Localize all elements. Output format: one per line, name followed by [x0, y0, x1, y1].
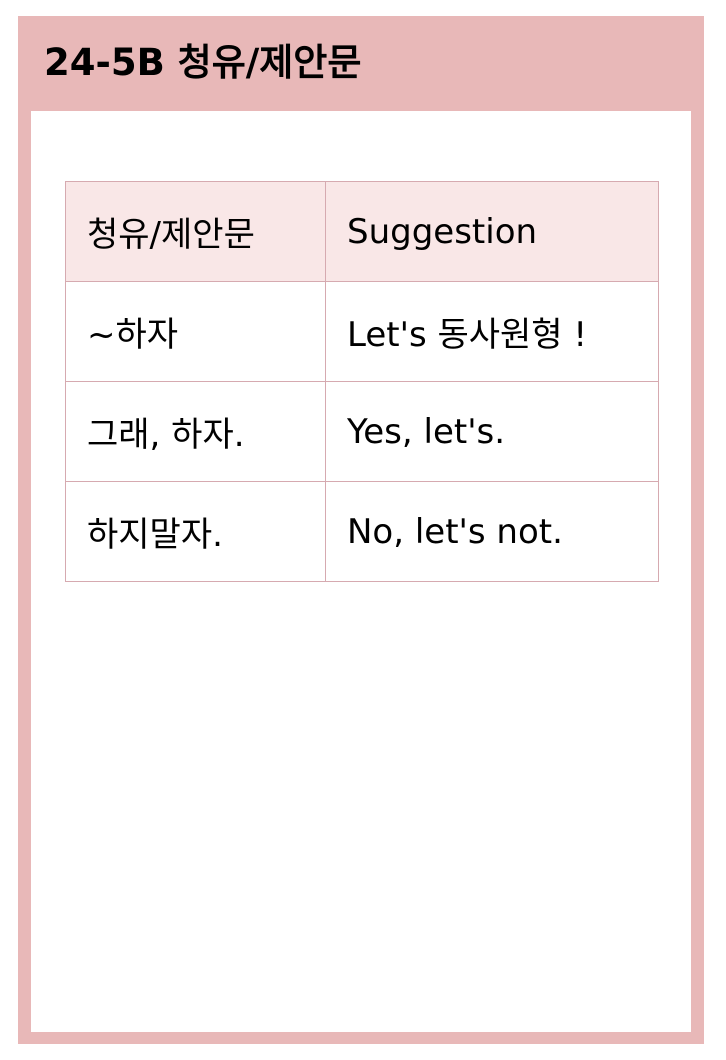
- card-body: 청유/제안문 Suggestion ~하자 Let's 동사원형 ! 그래, 하…: [31, 111, 691, 1032]
- cell-korean: ~하자: [65, 281, 326, 382]
- cell-english: No, let's not.: [325, 481, 659, 582]
- table-header-row: 청유/제안문 Suggestion: [65, 181, 659, 282]
- table-row: 그래, 하자. Yes, let's.: [65, 381, 659, 482]
- grammar-table: 청유/제안문 Suggestion ~하자 Let's 동사원형 ! 그래, 하…: [65, 181, 659, 582]
- header-cell-english: Suggestion: [325, 181, 659, 282]
- table-row: 하지말자. No, let's not.: [65, 481, 659, 582]
- cell-korean: 하지말자.: [65, 481, 326, 582]
- card-header: 24-5B 청유/제안문: [18, 16, 704, 110]
- cell-english: Yes, let's.: [325, 381, 659, 482]
- cell-korean: 그래, 하자.: [65, 381, 326, 482]
- lesson-card: 24-5B 청유/제안문 청유/제안문 Suggestion ~하자 Let's…: [18, 16, 704, 1044]
- table-row: ~하자 Let's 동사원형 !: [65, 281, 659, 382]
- header-cell-korean: 청유/제안문: [65, 181, 326, 282]
- cell-english: Let's 동사원형 !: [325, 281, 659, 382]
- page-title: 24-5B 청유/제안문: [44, 41, 362, 84]
